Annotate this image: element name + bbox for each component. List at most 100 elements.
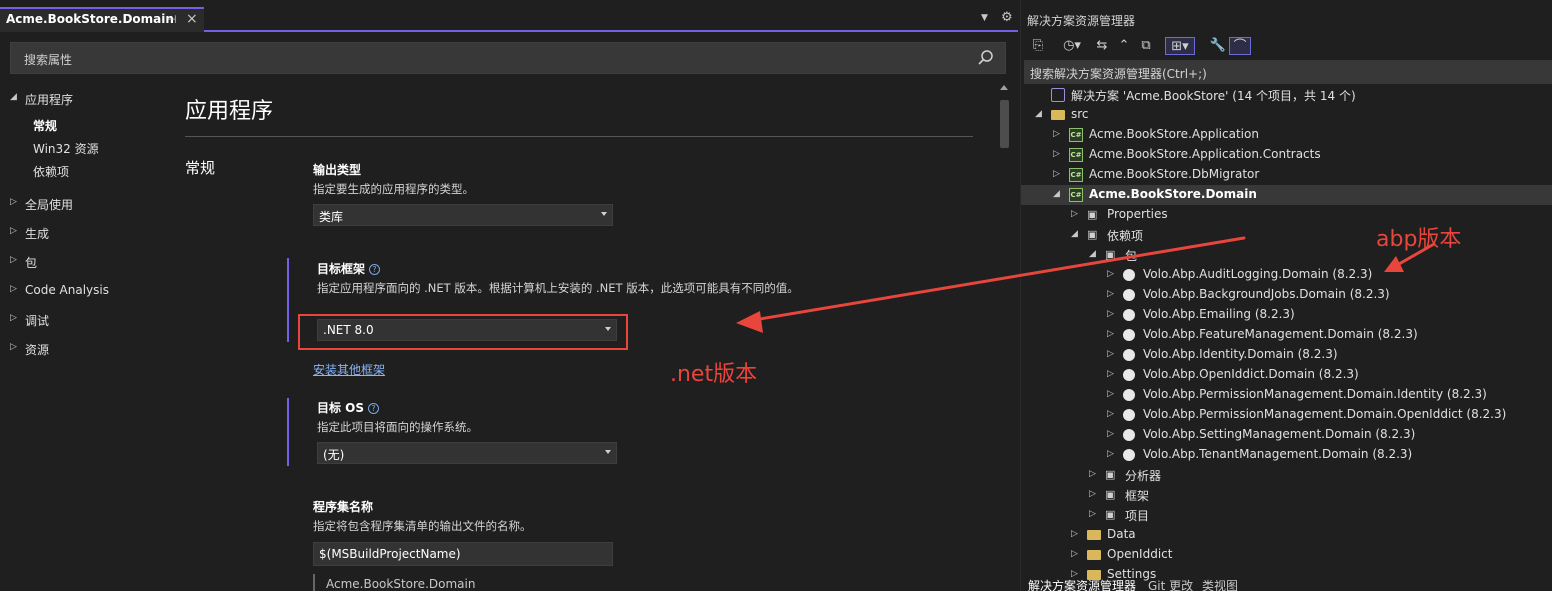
chevron-down-icon: [605, 327, 611, 331]
filter-icon[interactable]: ⊞▾: [1165, 37, 1195, 55]
collapsed-arrow-icon[interactable]: ▷: [1107, 289, 1114, 299]
properties-icon: ▣: [1087, 208, 1098, 221]
tree-row[interactable]: ▷ ▣ 项目: [1021, 505, 1552, 525]
collapse-all-icon[interactable]: ⌃: [1115, 37, 1133, 55]
tree-row[interactable]: ▷ Volo.Abp.PermissionManagement.Domain.Op…: [1021, 405, 1552, 425]
help-icon[interactable]: ?: [368, 403, 380, 414]
tree-row[interactable]: ▷ ▣ 框架: [1021, 485, 1552, 505]
expanded-arrow-icon[interactable]: ◢: [1035, 109, 1042, 119]
tree-row[interactable]: ▷ Volo.Abp.PermissionManagement.Domain.Id…: [1021, 385, 1552, 405]
collapsed-arrow-icon[interactable]: ▷: [1107, 349, 1114, 359]
collapsed-arrow-icon[interactable]: ▷: [1107, 429, 1114, 439]
collapsed-arrow-icon[interactable]: ▷: [1089, 469, 1096, 479]
expanded-arrow-icon: ◢: [10, 92, 17, 102]
solution-explorer-search-input[interactable]: 搜索解决方案资源管理器(Ctrl+;): [1024, 60, 1552, 84]
tab-git-changes[interactable]: Git 更改: [1148, 577, 1193, 591]
tree-row[interactable]: ▷ ▣ Properties: [1021, 205, 1552, 225]
tree-row[interactable]: ▷ ▣ 分析器: [1021, 465, 1552, 485]
nav-sub-win32-resources[interactable]: Win32 资源: [33, 140, 99, 157]
nuget-package-icon: [1123, 329, 1135, 341]
tree-row[interactable]: ▷ OpenIddict: [1021, 545, 1552, 565]
tree-row[interactable]: ▷ Volo.Abp.Emailing (8.2.3): [1021, 305, 1552, 325]
tab-class-view[interactable]: 类视图: [1202, 577, 1238, 591]
switch-views-icon[interactable]: ⎘: [1029, 37, 1047, 55]
show-all-files-icon[interactable]: ⧉: [1137, 37, 1155, 55]
tab-solution-explorer[interactable]: 解决方案资源管理器: [1028, 577, 1136, 591]
help-icon[interactable]: ?: [369, 264, 381, 275]
tree-row-label: 项目: [1125, 509, 1150, 523]
nav-item-label: 包: [25, 256, 38, 270]
tab-list-dropdown-icon[interactable]: ▼: [981, 13, 988, 23]
expanded-arrow-icon[interactable]: ◢: [1089, 249, 1096, 259]
collapsed-arrow-icon[interactable]: ▷: [1107, 409, 1114, 419]
close-icon[interactable]: ×: [186, 11, 198, 27]
collapsed-arrow-icon[interactable]: ▷: [1107, 449, 1114, 459]
tree-row[interactable]: ◢ C# Acme.BookStore.Domain: [1021, 185, 1552, 205]
collapsed-arrow-icon[interactable]: ▷: [1107, 269, 1114, 279]
expanded-arrow-icon[interactable]: ◢: [1053, 189, 1060, 199]
scroll-thumb[interactable]: [1000, 100, 1009, 148]
collapsed-arrow-icon[interactable]: ▷: [1071, 209, 1078, 219]
tree-row-label: Volo.Abp.SettingManagement.Domain (8.2.3…: [1143, 427, 1416, 441]
collapsed-arrow-icon: ▷: [10, 313, 17, 323]
target-os-label-text: 目标 OS: [317, 401, 365, 415]
collapsed-arrow-icon[interactable]: ▷: [1053, 129, 1060, 139]
collapsed-arrow-icon[interactable]: ▷: [1107, 309, 1114, 319]
collapsed-arrow-icon: ▷: [10, 342, 17, 352]
collapsed-arrow-icon[interactable]: ▷: [1107, 329, 1114, 339]
preview-selected-items-icon[interactable]: ⌒: [1229, 37, 1251, 55]
tree-row[interactable]: ▷ Volo.Abp.Identity.Domain (8.2.3): [1021, 345, 1552, 365]
nav-sub-dependencies[interactable]: 依赖项: [33, 163, 69, 180]
tree-row[interactable]: ▷ Volo.Abp.FeatureManagement.Domain (8.2.…: [1021, 325, 1552, 345]
collapsed-arrow-icon: ▷: [10, 197, 17, 207]
tree-row[interactable]: ◢ src: [1021, 105, 1552, 125]
collapsed-arrow-icon[interactable]: ▷: [1107, 369, 1114, 379]
pending-changes-filter-icon[interactable]: ◷▾: [1059, 37, 1085, 55]
target-os-value: (无): [323, 448, 345, 462]
sync-with-document-icon[interactable]: ⇆: [1093, 37, 1111, 55]
collapsed-arrow-icon[interactable]: ▷: [1089, 489, 1096, 499]
collapsed-arrow-icon[interactable]: ▷: [1089, 509, 1096, 519]
assembly-name-label: 程序集名称: [313, 500, 374, 514]
scroll-up-icon[interactable]: [1000, 85, 1008, 90]
nav-item-label: Code Analysis: [25, 283, 109, 297]
tree-row[interactable]: ◢ ▣ 依赖项: [1021, 225, 1552, 245]
tree-row[interactable]: ▷ Volo.Abp.SettingManagement.Domain (8.2.…: [1021, 425, 1552, 445]
target-os-select[interactable]: (无): [317, 442, 617, 464]
tree-row[interactable]: ▷ Volo.Abp.OpenIddict.Domain (8.2.3): [1021, 365, 1552, 385]
tree-row[interactable]: ▷ C# Acme.BookStore.DbMigrator: [1021, 165, 1552, 185]
assembly-name-input[interactable]: $(MSBuildProjectName): [313, 542, 613, 566]
tree-row[interactable]: 解决方案 'Acme.BookStore' (14 个项目，共 14 个): [1021, 85, 1552, 105]
tree-row[interactable]: ▷ Volo.Abp.TenantManagement.Domain (8.2.3…: [1021, 445, 1552, 465]
output-type-select[interactable]: 类库: [313, 204, 613, 226]
vertical-scrollbar[interactable]: [997, 83, 1012, 591]
document-tab[interactable]: Acme.BookStore.Domain ⊣ ×: [0, 7, 204, 32]
gear-icon[interactable]: ⚙: [1001, 10, 1013, 25]
target-framework-select[interactable]: .NET 8.0: [317, 319, 617, 341]
nav-sub-general[interactable]: 常规: [33, 117, 57, 134]
expanded-arrow-icon[interactable]: ◢: [1071, 229, 1078, 239]
tree-row[interactable]: ▷ Volo.Abp.AuditLogging.Domain (8.2.3): [1021, 265, 1552, 285]
collapsed-arrow-icon[interactable]: ▷: [1107, 389, 1114, 399]
tree-row[interactable]: ▷ Data: [1021, 525, 1552, 545]
csharp-project-icon: C#: [1069, 188, 1083, 202]
nuget-package-icon: [1123, 269, 1135, 281]
nuget-package-icon: [1123, 309, 1135, 321]
tree-row-label: OpenIddict: [1107, 547, 1173, 561]
tree-row[interactable]: ▷ C# Acme.BookStore.Application: [1021, 125, 1552, 145]
collapsed-arrow-icon[interactable]: ▷: [1053, 169, 1060, 179]
collapsed-arrow-icon[interactable]: ▷: [1053, 149, 1060, 159]
search-properties-input[interactable]: 搜索属性: [10, 42, 1006, 74]
tree-row[interactable]: ▷ Volo.Abp.BackgroundJobs.Domain (8.2.3): [1021, 285, 1552, 305]
document-tab-bar: Acme.BookStore.Domain ⊣ × ▼ ⚙: [0, 0, 1018, 32]
collapsed-arrow-icon[interactable]: ▷: [1071, 529, 1078, 539]
pin-icon[interactable]: ⊣: [167, 13, 177, 26]
install-other-frameworks-link[interactable]: 安装其他框架: [313, 361, 385, 378]
tree-row[interactable]: ▷ C# Acme.BookStore.Application.Contracts: [1021, 145, 1552, 165]
wrench-properties-icon[interactable]: 🔧: [1209, 37, 1227, 55]
collapsed-arrow-icon[interactable]: ▷: [1071, 549, 1078, 559]
nuget-package-icon: [1123, 389, 1135, 401]
assembly-name-preview: Acme.BookStore.Domain: [326, 577, 476, 591]
tree-row[interactable]: ◢ ▣ 包: [1021, 245, 1552, 265]
search-icon[interactable]: [977, 49, 995, 67]
